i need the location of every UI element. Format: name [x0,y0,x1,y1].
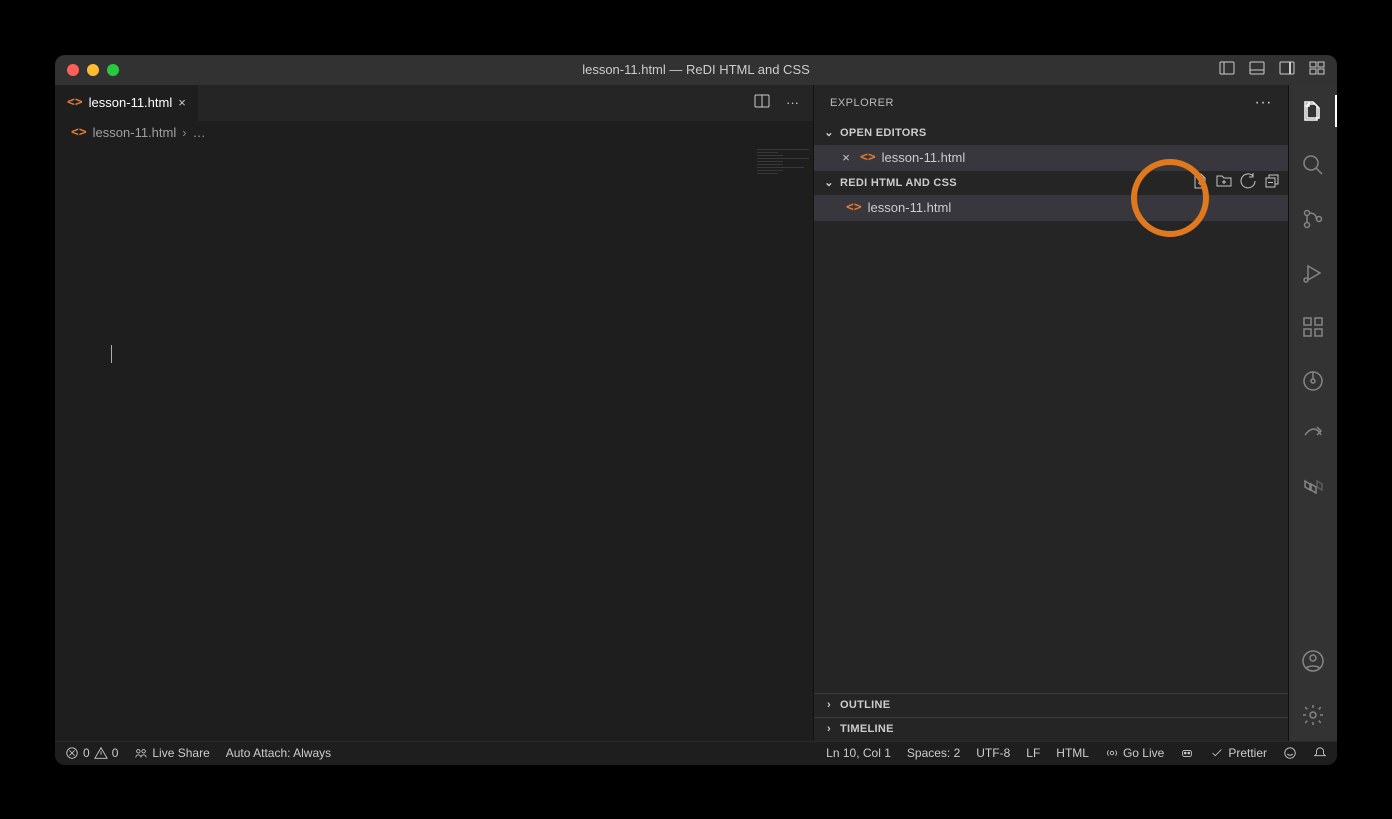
folder-section[interactable]: ⌄ REDI HTML AND CSS [814,171,1288,195]
titlebar: lesson-11.html — ReDI HTML and CSS [55,55,1337,85]
tab-filename: lesson-11.html [89,95,173,110]
explorer-sidebar: EXPLORER ··· ⌄ OPEN EDITORS × <> lesson-… [814,85,1289,741]
html-file-icon: <> [846,200,862,215]
explorer-header: EXPLORER ··· [814,85,1288,121]
folder-file-name: lesson-11.html [868,200,952,215]
vscode-window: lesson-11.html — ReDI HTML and CSS <> le… [55,55,1337,765]
eol-status[interactable]: LF [1026,746,1040,760]
explorer-title: EXPLORER [830,97,894,109]
breadcrumb-ellipsis: … [193,125,206,140]
close-window-button[interactable] [67,64,79,76]
notifications-icon[interactable] [1313,746,1327,760]
outline-section[interactable]: › OUTLINE [814,693,1288,717]
timeline-section[interactable]: › TIMELINE [814,717,1288,741]
feedback-icon[interactable] [1283,746,1297,760]
outline-label: OUTLINE [840,699,890,711]
breadcrumb-filename: lesson-11.html [93,125,177,140]
source-control-icon[interactable] [1289,201,1337,237]
cursor-position-status[interactable]: Ln 10, Col 1 [826,746,891,760]
window-title: lesson-11.html — ReDI HTML and CSS [55,62,1337,77]
explorer-more-icon[interactable]: ··· [1255,94,1272,112]
layout-controls [1219,60,1325,79]
text-cursor [111,345,112,363]
problems-status[interactable]: 0 0 [65,746,118,760]
run-debug-icon[interactable] [1289,255,1337,291]
tab-actions: ··· [740,85,813,121]
refresh-icon[interactable] [1240,173,1256,192]
close-icon[interactable]: × [838,150,854,165]
open-editor-filename: lesson-11.html [882,150,966,165]
new-folder-icon[interactable] [1216,173,1232,192]
autoattach-status[interactable]: Auto Attach: Always [226,746,331,760]
chevron-right-icon: › [822,699,836,711]
folder-file-item[interactable]: <> lesson-11.html [814,195,1288,221]
maximize-window-button[interactable] [107,64,119,76]
split-editor-icon[interactable] [754,93,770,112]
customize-layout-icon[interactable] [1309,60,1325,79]
collapse-all-icon[interactable] [1264,173,1280,192]
toggle-primary-sidebar-icon[interactable] [1219,60,1235,79]
share-icon[interactable] [1289,417,1337,453]
language-status[interactable]: HTML [1056,746,1089,760]
folder-label: REDI HTML AND CSS [840,177,957,189]
settings-gear-icon[interactable] [1289,697,1337,733]
minimize-window-button[interactable] [87,64,99,76]
status-bar: 0 0 Live Share Auto Attach: Always Ln 10… [55,741,1337,765]
code-editor[interactable] [55,145,813,741]
more-actions-icon[interactable]: ··· [786,95,799,110]
editor-tabs: <> lesson-11.html × ··· [55,85,813,121]
html-file-icon: <> [860,150,876,165]
chevron-down-icon: ⌄ [822,126,836,139]
line-number-gutter [55,145,111,741]
accounts-icon[interactable] [1289,643,1337,679]
editor-group: <> lesson-11.html × ··· <> lesson-11.htm… [55,85,814,741]
copilot-status[interactable] [1180,746,1194,760]
search-icon[interactable] [1289,147,1337,183]
open-editors-section[interactable]: ⌄ OPEN EDITORS [814,121,1288,145]
window-controls [67,64,119,76]
extensions-icon[interactable] [1289,309,1337,345]
new-file-icon[interactable] [1192,173,1208,192]
prettier-status[interactable]: Prettier [1210,746,1267,760]
chevron-down-icon: ⌄ [822,176,836,189]
open-editors-label: OPEN EDITORS [840,127,927,139]
chevron-right-icon: › [822,723,836,735]
breadcrumb[interactable]: <> lesson-11.html › … [55,121,813,145]
terraform-icon[interactable] [1289,471,1337,507]
minimap[interactable] [753,145,813,741]
gitlens-icon[interactable] [1289,363,1337,399]
html-file-icon: <> [67,95,83,110]
encoding-status[interactable]: UTF-8 [976,746,1010,760]
editor-tab[interactable]: <> lesson-11.html × [55,85,199,121]
open-editor-item[interactable]: × <> lesson-11.html [814,145,1288,171]
activity-bar [1289,85,1337,741]
tab-close-icon[interactable]: × [178,95,186,110]
liveshare-status[interactable]: Live Share [134,746,209,760]
timeline-label: TIMELINE [840,723,894,735]
explorer-icon[interactable] [1289,93,1337,129]
toggle-secondary-sidebar-icon[interactable] [1279,60,1295,79]
golive-status[interactable]: Go Live [1105,746,1164,760]
chevron-right-icon: › [182,125,186,140]
indentation-status[interactable]: Spaces: 2 [907,746,960,760]
code-area[interactable] [111,145,753,741]
html-file-icon: <> [71,125,87,140]
toggle-panel-icon[interactable] [1249,60,1265,79]
